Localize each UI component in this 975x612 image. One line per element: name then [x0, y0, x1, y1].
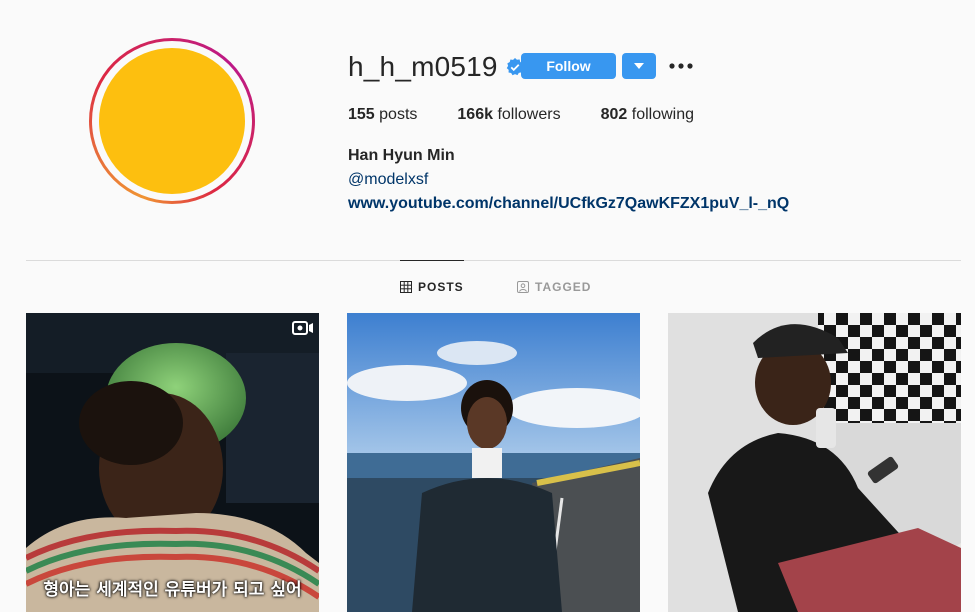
post-thumbnail-2[interactable]	[347, 313, 640, 612]
full-name: Han Hyun Min	[348, 147, 455, 164]
following-label: following	[631, 106, 695, 123]
post-image-1	[26, 313, 319, 612]
post-image-3	[668, 313, 961, 612]
post-image-2	[347, 313, 640, 612]
followers-label: followers	[497, 106, 561, 123]
website-link[interactable]: www.youtube.com/channel/UCfkGz7QawKFZX1p…	[348, 195, 789, 213]
followers-stat[interactable]: 166k followers	[457, 106, 560, 124]
tab-tagged[interactable]: TAGGED	[517, 261, 591, 313]
follow-button[interactable]: Follow	[521, 53, 616, 79]
more-options-button[interactable]	[667, 56, 695, 76]
profile-avatar-ring[interactable]	[89, 38, 255, 204]
username: h_h_m0519	[348, 51, 498, 82]
post-thumbnail-1[interactable]: 형아는 세계적인 유튜버가 되고 싶어	[26, 313, 319, 612]
igtv-icon	[292, 321, 314, 335]
tab-posts[interactable]: POSTS	[400, 260, 464, 312]
followers-count: 166k	[457, 106, 493, 123]
tagged-icon	[517, 281, 529, 293]
tabs-divider	[26, 260, 961, 261]
posts-count: 155	[348, 106, 375, 123]
more-options-icon	[669, 63, 693, 69]
posts-label: posts	[379, 106, 418, 123]
posts-stat: 155 posts	[348, 106, 417, 124]
tab-tagged-label: TAGGED	[535, 280, 592, 294]
post-thumbnail-3[interactable]	[668, 313, 961, 612]
grid-icon	[400, 280, 412, 293]
following-count: 802	[600, 106, 628, 123]
profile-stats: 155 posts 166k followers 802 following	[348, 106, 734, 124]
post-caption: 형아는 세계적인 유튜버가 되고 싶어	[43, 580, 302, 600]
avatar	[99, 48, 245, 194]
chevron-down-icon	[634, 62, 644, 69]
tab-posts-label: POSTS	[418, 279, 464, 294]
following-stat[interactable]: 802 following	[601, 106, 694, 124]
follow-dropdown-button[interactable]	[622, 53, 656, 79]
mention-link[interactable]: @modelxsf	[348, 171, 428, 189]
username-row: h_h_m0519	[348, 50, 524, 84]
